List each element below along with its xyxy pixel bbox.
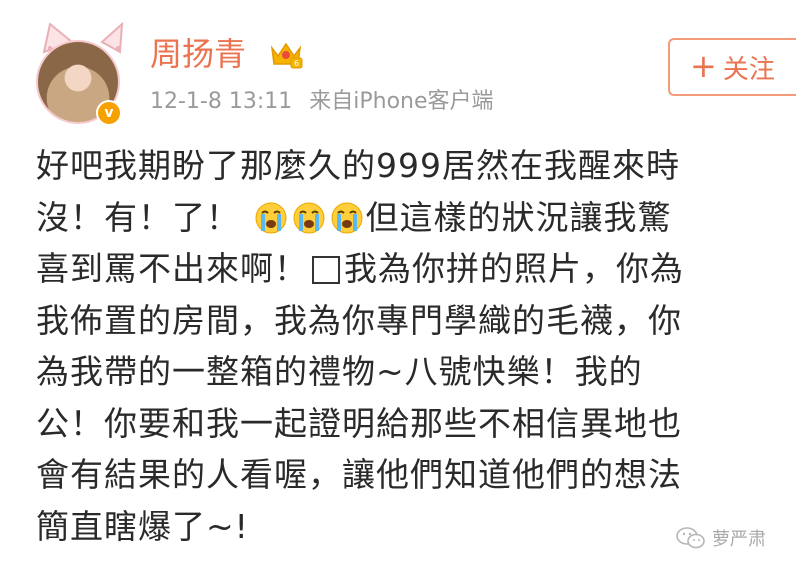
post-line: 好吧我期盼了那麼久的999居然在我醒來時: [36, 146, 680, 185]
post-line: 會有結果的人看喔，讓他們知道他們的想法: [36, 455, 682, 494]
post-line: 沒！有！了！ 但這樣的狀況讓我驚: [36, 192, 796, 244]
post-meta: 12-1-8 13:11 来自iPhone客户端: [150, 88, 494, 116]
weibo-post: v 周扬青 6 12-1-8 13:11 来自iPhone客户端 + 关注 好吧…: [0, 0, 796, 570]
verified-badge-icon: v: [96, 100, 122, 126]
crying-face-emoji-icon: [331, 202, 362, 233]
follow-label: 关注: [722, 54, 775, 85]
wechat-icon: [676, 527, 705, 549]
plus-icon: +: [690, 46, 717, 85]
post-line: 公！你要和我一起證明給那些不相信異地也: [36, 403, 682, 443]
post-text-segment: 但這樣的狀況讓我驚: [365, 197, 672, 237]
post-text-segment: 沒！有！了！: [36, 197, 240, 237]
watermark: 萝严肃: [676, 524, 766, 552]
crying-face-emoji-icon: [293, 202, 324, 233]
follow-button[interactable]: + 关注: [668, 38, 796, 96]
post-timestamp: 12-1-8 13:11: [150, 89, 293, 114]
username[interactable]: 周扬青: [150, 34, 246, 74]
post-line: 我佈置的房間，我為你專門學織的毛襪，你: [36, 300, 682, 340]
post-line: 喜到罵不出來啊！ 我為你拼的照片，你為: [36, 243, 796, 295]
watermark-text: 萝严肃: [712, 529, 766, 550]
missing-glyph-box-icon: [312, 256, 340, 284]
post-source[interactable]: 来自iPhone客户端: [309, 89, 493, 114]
post-text: 好吧我期盼了那麼久的999居然在我醒來時 沒！有！了！ 但這樣的狀況讓我驚 喜到…: [36, 140, 796, 552]
avatar-area[interactable]: v: [30, 20, 130, 126]
crying-face-emoji-icon: [255, 202, 286, 233]
post-line: 為我帶的一整箱的禮物~八號快樂！我的: [36, 352, 643, 391]
post-text-segment: 我為你拼的照片，你為: [344, 249, 684, 288]
svg-text:6: 6: [294, 59, 299, 68]
crown-icon: 6: [270, 42, 303, 69]
post-text-segment: 喜到罵不出來啊！: [36, 249, 308, 288]
